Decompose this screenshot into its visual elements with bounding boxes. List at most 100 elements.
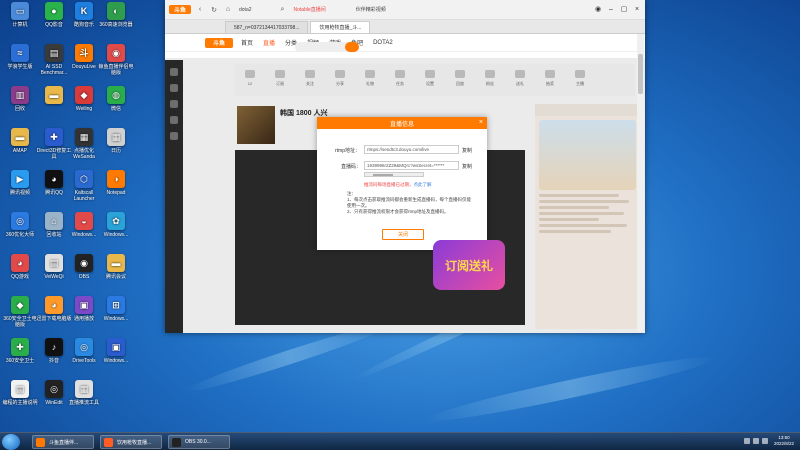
refresh-icon[interactable]: ↻	[209, 5, 219, 15]
qq-video-icon: ●	[45, 2, 63, 20]
site-logo[interactable]: 斗鱼	[205, 37, 233, 48]
modal-close-button[interactable]: 关闭	[382, 229, 424, 240]
desktop-icon-label: DriveTools	[72, 358, 96, 364]
kugou-icon: K	[75, 2, 93, 20]
desktop-windows-media[interactable]: ▣ Windows...	[98, 338, 134, 364]
desktop-guard-360[interactable]: ✚ 360安全卫士	[2, 338, 38, 364]
tray-flag-icon[interactable]	[761, 438, 768, 444]
desktop-icon-label: 微信	[110, 106, 121, 112]
nav-home[interactable]: 首页	[241, 38, 253, 47]
desktop-obs[interactable]: ◉ OBS	[66, 254, 102, 280]
taskbar-item-1[interactable]: 斗鱼直播伴...	[32, 435, 94, 449]
gift-banner[interactable]: 订阅送礼	[433, 240, 505, 290]
desktop-launcher[interactable]: ⬡ Kaltscall Launcher	[66, 170, 102, 202]
browser-360-icon: ◐	[107, 2, 125, 20]
tab-douyu[interactable]: 饮用枪牧直播_斗...	[310, 21, 371, 33]
close-window-icon[interactable]: ×	[632, 4, 642, 14]
desktop-computer[interactable]: ▭ 计算机	[2, 2, 38, 28]
notable-link[interactable]: Notable直播间	[294, 6, 326, 13]
desktop-douyu-live[interactable]: 斗 DouyuLive	[66, 44, 102, 70]
desktop-stream-tool[interactable]: ▦ 直播推流工具	[66, 380, 102, 406]
address-text[interactable]: dota2	[239, 7, 252, 13]
rtmp-copy-button[interactable]: 复制	[462, 147, 472, 154]
site-search-input[interactable]	[295, 42, 351, 52]
desktop-weiling[interactable]: ◆ Weiling	[66, 86, 102, 112]
desktop-calendar[interactable]: ▦ 日历	[98, 128, 134, 154]
clock-date: 2022/8/22	[773, 441, 794, 446]
nav-live[interactable]: 直播	[263, 38, 275, 47]
veiweqi-icon: ▤	[45, 254, 63, 272]
windows-settings-icon: ✿	[107, 212, 125, 230]
ssd-benchmark-icon: ▤	[45, 44, 63, 62]
start-button[interactable]	[2, 434, 20, 450]
desktop-icon-label: Windows...	[103, 232, 129, 238]
stream-code-field[interactable]: 1939996r2Z29&MQrc?wsSecret=******	[364, 161, 459, 170]
code-copy-button[interactable]: 复制	[462, 163, 472, 170]
search-icon[interactable]: ⌕	[278, 5, 288, 15]
desktop-windows-settings[interactable]: ✿ Windows...	[98, 212, 134, 238]
nav-dota2[interactable]: DOTA2	[373, 40, 393, 46]
desktop-qq-game[interactable]: ◕ QQ游戏	[2, 254, 38, 280]
back-icon[interactable]: ‹	[195, 5, 205, 15]
desktop-tencent-video[interactable]: ▶ 腾讯视频	[2, 170, 38, 196]
browser-logo[interactable]: 斗鱼	[169, 5, 191, 14]
obs-icon: ◉	[75, 254, 93, 272]
desktop-icon-label: Windows...	[103, 316, 129, 322]
taskbar-item-label: 斗鱼直播伴...	[49, 439, 79, 446]
modal-notes: 注： 1、每次点击获取推流码都会重新生成直播码，每个直播码仅能使用一次。 2、只…	[347, 191, 472, 215]
desktop-winrar[interactable]: ▥ 回收	[2, 86, 38, 112]
desktop-tencent-meeting[interactable]: ▬ 腾讯会议	[98, 254, 134, 280]
desktop-optimizer[interactable]: ◎ 360优化大师	[2, 212, 38, 238]
profile-icon[interactable]: ◉	[593, 4, 603, 14]
desktop-whale-live[interactable]: ◉ 鲸鱼直播伴侣电脑版	[98, 44, 134, 76]
site-search-button[interactable]	[345, 42, 359, 52]
computer-icon: ▭	[11, 2, 29, 20]
taskbar-item-3[interactable]: OBS 30.0...	[168, 435, 230, 449]
home-icon[interactable]: ⌂	[223, 5, 233, 15]
clock[interactable]: 13:50 2022/8/22	[774, 435, 794, 447]
xuelang-icon: ≈	[11, 44, 29, 62]
desktop-security-360[interactable]: ◆ 360安全卫士电脑版	[2, 296, 38, 328]
maximize-icon[interactable]: ▢	[619, 4, 629, 14]
desktop-xuelang[interactable]: ≈ 学浪学生版	[2, 44, 38, 70]
recycle-bin-icon: ⌂	[45, 212, 63, 230]
desktop-player[interactable]: ▣ 通用播放	[66, 296, 102, 322]
video-link[interactable]: 伙伴精彩视频	[356, 6, 386, 13]
desktop-windows-tool[interactable]: ◒ Windows...	[66, 212, 102, 238]
tab-rtmp[interactable]: 587_n=0372134417033798...	[225, 21, 309, 33]
folder-icon: ▬	[45, 86, 63, 104]
winrar-icon: ▥	[11, 86, 29, 104]
desktop-windows-app[interactable]: ⊞ Windows...	[98, 296, 134, 322]
desktop-notepad[interactable]: ◑ Notepad	[98, 170, 134, 196]
code-field-scrollbar[interactable]	[364, 172, 424, 177]
desktop-icon-label: 回收	[14, 106, 25, 112]
taskbar-item-2[interactable]: 饮用枪牧直播...	[100, 435, 162, 449]
system-tray: 13:50 2022/8/22	[743, 435, 794, 447]
windows-tool-icon: ◒	[75, 212, 93, 230]
drivetools-icon: ◎	[75, 338, 93, 356]
tray-network-icon[interactable]	[743, 438, 750, 444]
desktop-icon-label: 日历	[110, 148, 121, 154]
taskbar-item-label: OBS 30.0...	[185, 439, 211, 445]
window-controls: ◉ – ▢ ×	[590, 4, 642, 14]
desktop-drivetools[interactable]: ◎ DriveTools	[66, 338, 102, 364]
rtmp-address-field[interactable]: rtmps://sendtc3.douyu.com/live	[364, 145, 459, 154]
desktop-amap-folder[interactable]: ▬ AMAP	[2, 128, 38, 154]
modal-close-icon[interactable]: ×	[479, 119, 483, 126]
site-nav: 斗鱼 首页 直播 分类 视频 游戏 鱼吧 DOTA2	[165, 34, 645, 52]
desktop-browser-360[interactable]: ◐ 360高速浏览器	[98, 2, 134, 28]
weiling-icon: ◆	[75, 86, 93, 104]
desktop-icon-label: 360优化大师	[5, 232, 35, 238]
desktop-wesanda[interactable]: ▦ 点播优化WeSanda	[66, 128, 102, 160]
desktop-kugou[interactable]: K 酷狗音乐	[66, 2, 102, 28]
desktop-document[interactable]: ▤ 编程的主播说明	[2, 380, 38, 406]
tray-volume-icon[interactable]	[752, 438, 759, 444]
rtmp-label: rtmp地址：	[335, 148, 361, 154]
desktop-icon-label: QQ游戏	[11, 274, 29, 280]
qq-icon: ◕	[45, 170, 63, 188]
browser-scrollbar[interactable]	[637, 34, 644, 332]
whale-live-icon: ◉	[107, 44, 125, 62]
minimize-icon[interactable]: –	[606, 4, 616, 14]
learn-more-link[interactable]: 点此了解	[414, 182, 432, 187]
desktop-wechat[interactable]: ◍ 微信	[98, 86, 134, 112]
